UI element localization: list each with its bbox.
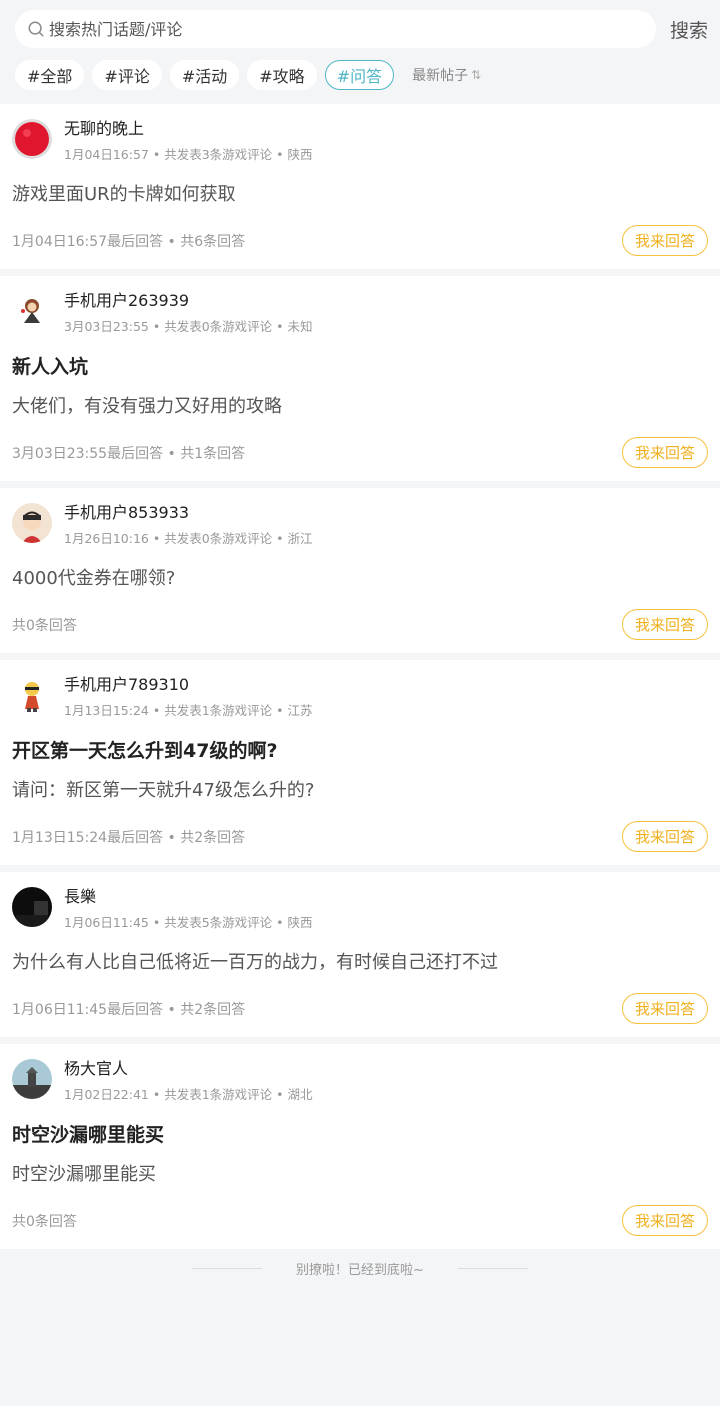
post-item[interactable]: 无聊的晚上 1月04日16:57 • 共发表3条游戏评论 • 陕西 游戏里面UR…: [0, 104, 720, 269]
answer-button[interactable]: 我来回答: [622, 1205, 708, 1236]
search-icon: [28, 21, 44, 37]
post-meta: 1月06日11:45 • 共发表5条游戏评论 • 陕西: [64, 915, 313, 930]
username[interactable]: 長樂: [64, 887, 312, 907]
post-header: 手机用户263939 3月03日23:55 • 共发表0条游戏评论 • 未知: [12, 290, 708, 335]
search-box[interactable]: [15, 10, 656, 48]
end-text: 别撩啦！已经到底啦~: [296, 1263, 424, 1278]
answer-summary: 1月13日15:24最后回答 • 共2条回答: [12, 829, 246, 846]
username[interactable]: 手机用户789310: [64, 675, 312, 695]
tag-review[interactable]: #评论: [92, 60, 162, 90]
sort-label: 最新帖子: [412, 68, 469, 84]
avatar[interactable]: [12, 675, 52, 715]
search-input[interactable]: [49, 19, 656, 39]
post-footer: 1月13日15:24最后回答 • 共2条回答 我来回答: [12, 821, 708, 852]
post-body[interactable]: 游戏里面UR的卡牌如何获取: [12, 183, 708, 207]
answer-button[interactable]: 我来回答: [622, 993, 708, 1024]
post-footer: 共0条回答 我来回答: [12, 609, 708, 640]
post-title[interactable]: 开区第一天怎么升到47级的啊?: [12, 739, 708, 763]
header: 搜索 #全部 #评论 #活动 #攻略 #问答 最新帖子 ⇅: [0, 0, 720, 104]
post-header: 手机用户853933 1月26日10:16 • 共发表0条游戏评论 • 浙江: [12, 502, 708, 547]
answer-summary: 1月06日11:45最后回答 • 共2条回答: [12, 1001, 246, 1018]
answer-button[interactable]: 我来回答: [622, 609, 708, 640]
answer-button[interactable]: 我来回答: [622, 821, 708, 852]
post-footer: 1月06日11:45最后回答 • 共2条回答 我来回答: [12, 993, 708, 1024]
divider: [192, 1268, 263, 1269]
tag-filter-row: #全部 #评论 #活动 #攻略 #问答 最新帖子 ⇅: [15, 59, 708, 91]
post-item[interactable]: 杨大官人 1月02日22:41 • 共发表1条游戏评论 • 湖北 时空沙漏哪里能…: [0, 1044, 720, 1249]
avatar[interactable]: [12, 291, 52, 331]
divider: [457, 1268, 528, 1269]
search-row: 搜索: [15, 10, 708, 48]
user-info: 手机用户789310 1月13日15:24 • 共发表1条游戏评论 • 江苏: [64, 674, 312, 719]
post-header: 无聊的晚上 1月04日16:57 • 共发表3条游戏评论 • 陕西: [12, 118, 708, 163]
end-of-list: 别撩啦！已经到底啦~: [0, 1259, 720, 1278]
post-title[interactable]: 时空沙漏哪里能买: [12, 1123, 708, 1147]
avatar[interactable]: [12, 887, 52, 927]
post-meta: 1月02日22:41 • 共发表1条游戏评论 • 湖北: [64, 1087, 313, 1102]
avatar[interactable]: [12, 1059, 52, 1099]
post-body[interactable]: 时空沙漏哪里能买: [12, 1163, 708, 1187]
post-body[interactable]: 请问：新区第一天就升47级怎么升的?: [12, 779, 708, 803]
post-body[interactable]: 为什么有人比自己低将近一百万的战力，有时候自己还打不过: [12, 951, 708, 975]
post-header: 杨大官人 1月02日22:41 • 共发表1条游戏评论 • 湖北: [12, 1058, 708, 1103]
answer-button[interactable]: 我来回答: [622, 437, 708, 468]
avatar[interactable]: [12, 119, 52, 159]
username[interactable]: 无聊的晚上: [64, 119, 312, 139]
post-header: 長樂 1月06日11:45 • 共发表5条游戏评论 • 陕西: [12, 886, 708, 931]
post-list: 无聊的晚上 1月04日16:57 • 共发表3条游戏评论 • 陕西 游戏里面UR…: [0, 104, 720, 1249]
post-footer: 共0条回答 我来回答: [12, 1205, 708, 1236]
user-info: 長樂 1月06日11:45 • 共发表5条游戏评论 • 陕西: [64, 886, 312, 931]
post-title[interactable]: 新人入坑: [12, 355, 708, 379]
post-meta: 1月13日15:24 • 共发表1条游戏评论 • 江苏: [64, 703, 313, 718]
answer-summary: 1月04日16:57最后回答 • 共6条回答: [12, 233, 246, 250]
post-meta: 1月04日16:57 • 共发表3条游戏评论 • 陕西: [64, 147, 313, 162]
username[interactable]: 手机用户263939: [64, 291, 312, 311]
post-item[interactable]: 長樂 1月06日11:45 • 共发表5条游戏评论 • 陕西 为什么有人比自己低…: [0, 872, 720, 1037]
post-footer: 1月04日16:57最后回答 • 共6条回答 我来回答: [12, 225, 708, 256]
username[interactable]: 杨大官人: [64, 1059, 312, 1079]
tag-event[interactable]: #活动: [169, 60, 240, 90]
tag-all[interactable]: #全部: [15, 60, 85, 90]
post-item[interactable]: 手机用户263939 3月03日23:55 • 共发表0条游戏评论 • 未知 新…: [0, 276, 720, 481]
tag-qa[interactable]: #问答: [324, 60, 395, 90]
answer-button[interactable]: 我来回答: [622, 225, 708, 256]
post-footer: 3月03日23:55最后回答 • 共1条回答 我来回答: [12, 437, 708, 468]
post-item[interactable]: 手机用户853933 1月26日10:16 • 共发表0条游戏评论 • 浙江 4…: [0, 488, 720, 653]
user-info: 手机用户263939 3月03日23:55 • 共发表0条游戏评论 • 未知: [64, 290, 312, 335]
sort-dropdown[interactable]: 最新帖子 ⇅: [412, 65, 481, 85]
post-body[interactable]: 大佬们，有没有强力又好用的攻略: [12, 395, 708, 419]
answer-summary: 3月03日23:55最后回答 • 共1条回答: [12, 445, 246, 462]
answer-summary: 共0条回答: [12, 1213, 77, 1230]
user-info: 手机用户853933 1月26日10:16 • 共发表0条游戏评论 • 浙江: [64, 502, 312, 547]
avatar[interactable]: [12, 503, 52, 543]
post-body[interactable]: 4000代金券在哪领?: [12, 567, 708, 591]
username[interactable]: 手机用户853933: [64, 503, 312, 523]
search-button[interactable]: 搜索: [668, 16, 708, 43]
user-info: 无聊的晚上 1月04日16:57 • 共发表3条游戏评论 • 陕西: [64, 118, 312, 163]
post-meta: 3月03日23:55 • 共发表0条游戏评论 • 未知: [64, 319, 313, 334]
post-meta: 1月26日10:16 • 共发表0条游戏评论 • 浙江: [64, 531, 313, 546]
tag-guide[interactable]: #攻略: [247, 60, 317, 90]
sort-arrows-icon: ⇅: [471, 68, 482, 82]
answer-summary: 共0条回答: [12, 617, 77, 634]
post-item[interactable]: 手机用户789310 1月13日15:24 • 共发表1条游戏评论 • 江苏 开…: [0, 660, 720, 865]
user-info: 杨大官人 1月02日22:41 • 共发表1条游戏评论 • 湖北: [64, 1058, 312, 1103]
post-header: 手机用户789310 1月13日15:24 • 共发表1条游戏评论 • 江苏: [12, 674, 708, 719]
